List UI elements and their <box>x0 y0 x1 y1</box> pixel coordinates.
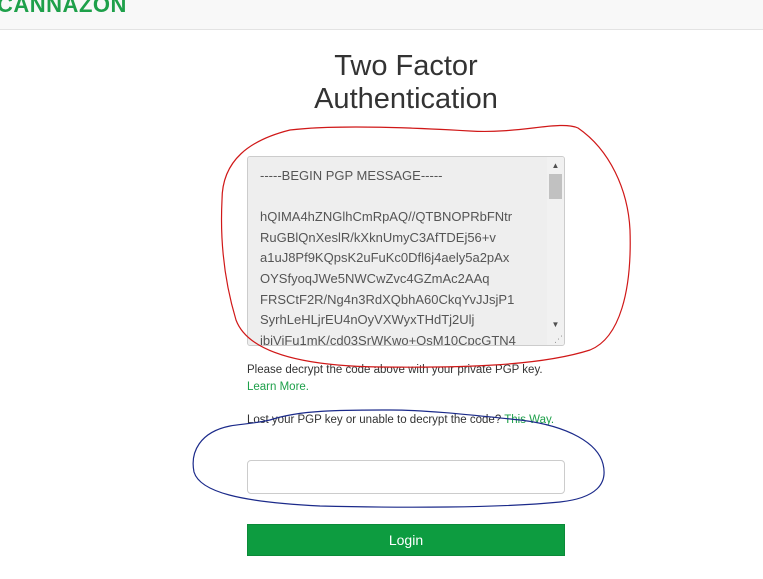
resize-grip-icon[interactable]: ⋰ <box>553 334 563 344</box>
triangle-up-icon[interactable]: ▲ <box>547 157 564 174</box>
triangle-down-icon[interactable]: ▼ <box>547 316 564 333</box>
pgp-message-textarea[interactable]: -----BEGIN PGP MESSAGE----- hQIMA4hZNGlh… <box>247 156 565 346</box>
lost-key-help-text: Lost your PGP key or unable to decrypt t… <box>247 412 557 429</box>
brand-logo[interactable]: CANNAZON <box>0 0 127 19</box>
decrypt-help-text: Please decrypt the code above with your … <box>247 362 577 396</box>
decrypted-code-input[interactable] <box>247 460 565 494</box>
this-way-link[interactable]: This Way. <box>504 414 554 426</box>
top-navbar: CANNAZON <box>0 0 763 30</box>
page-title-line-2: Authentication <box>314 83 498 115</box>
textarea-scrollbar[interactable]: ▲ ▼ <box>547 157 564 345</box>
decrypt-help-label: Please decrypt the code above with your … <box>247 364 543 376</box>
learn-more-link[interactable]: Learn More. <box>247 381 309 393</box>
pgp-message-text: -----BEGIN PGP MESSAGE----- hQIMA4hZNGlh… <box>260 168 516 346</box>
login-button[interactable]: Login <box>247 524 565 556</box>
page-title: Two Factor Authentication <box>230 50 582 116</box>
scrollbar-thumb[interactable] <box>549 174 562 199</box>
lost-key-help-label: Lost your PGP key or unable to decrypt t… <box>247 414 502 426</box>
page-title-line-1: Two Factor <box>334 50 478 82</box>
